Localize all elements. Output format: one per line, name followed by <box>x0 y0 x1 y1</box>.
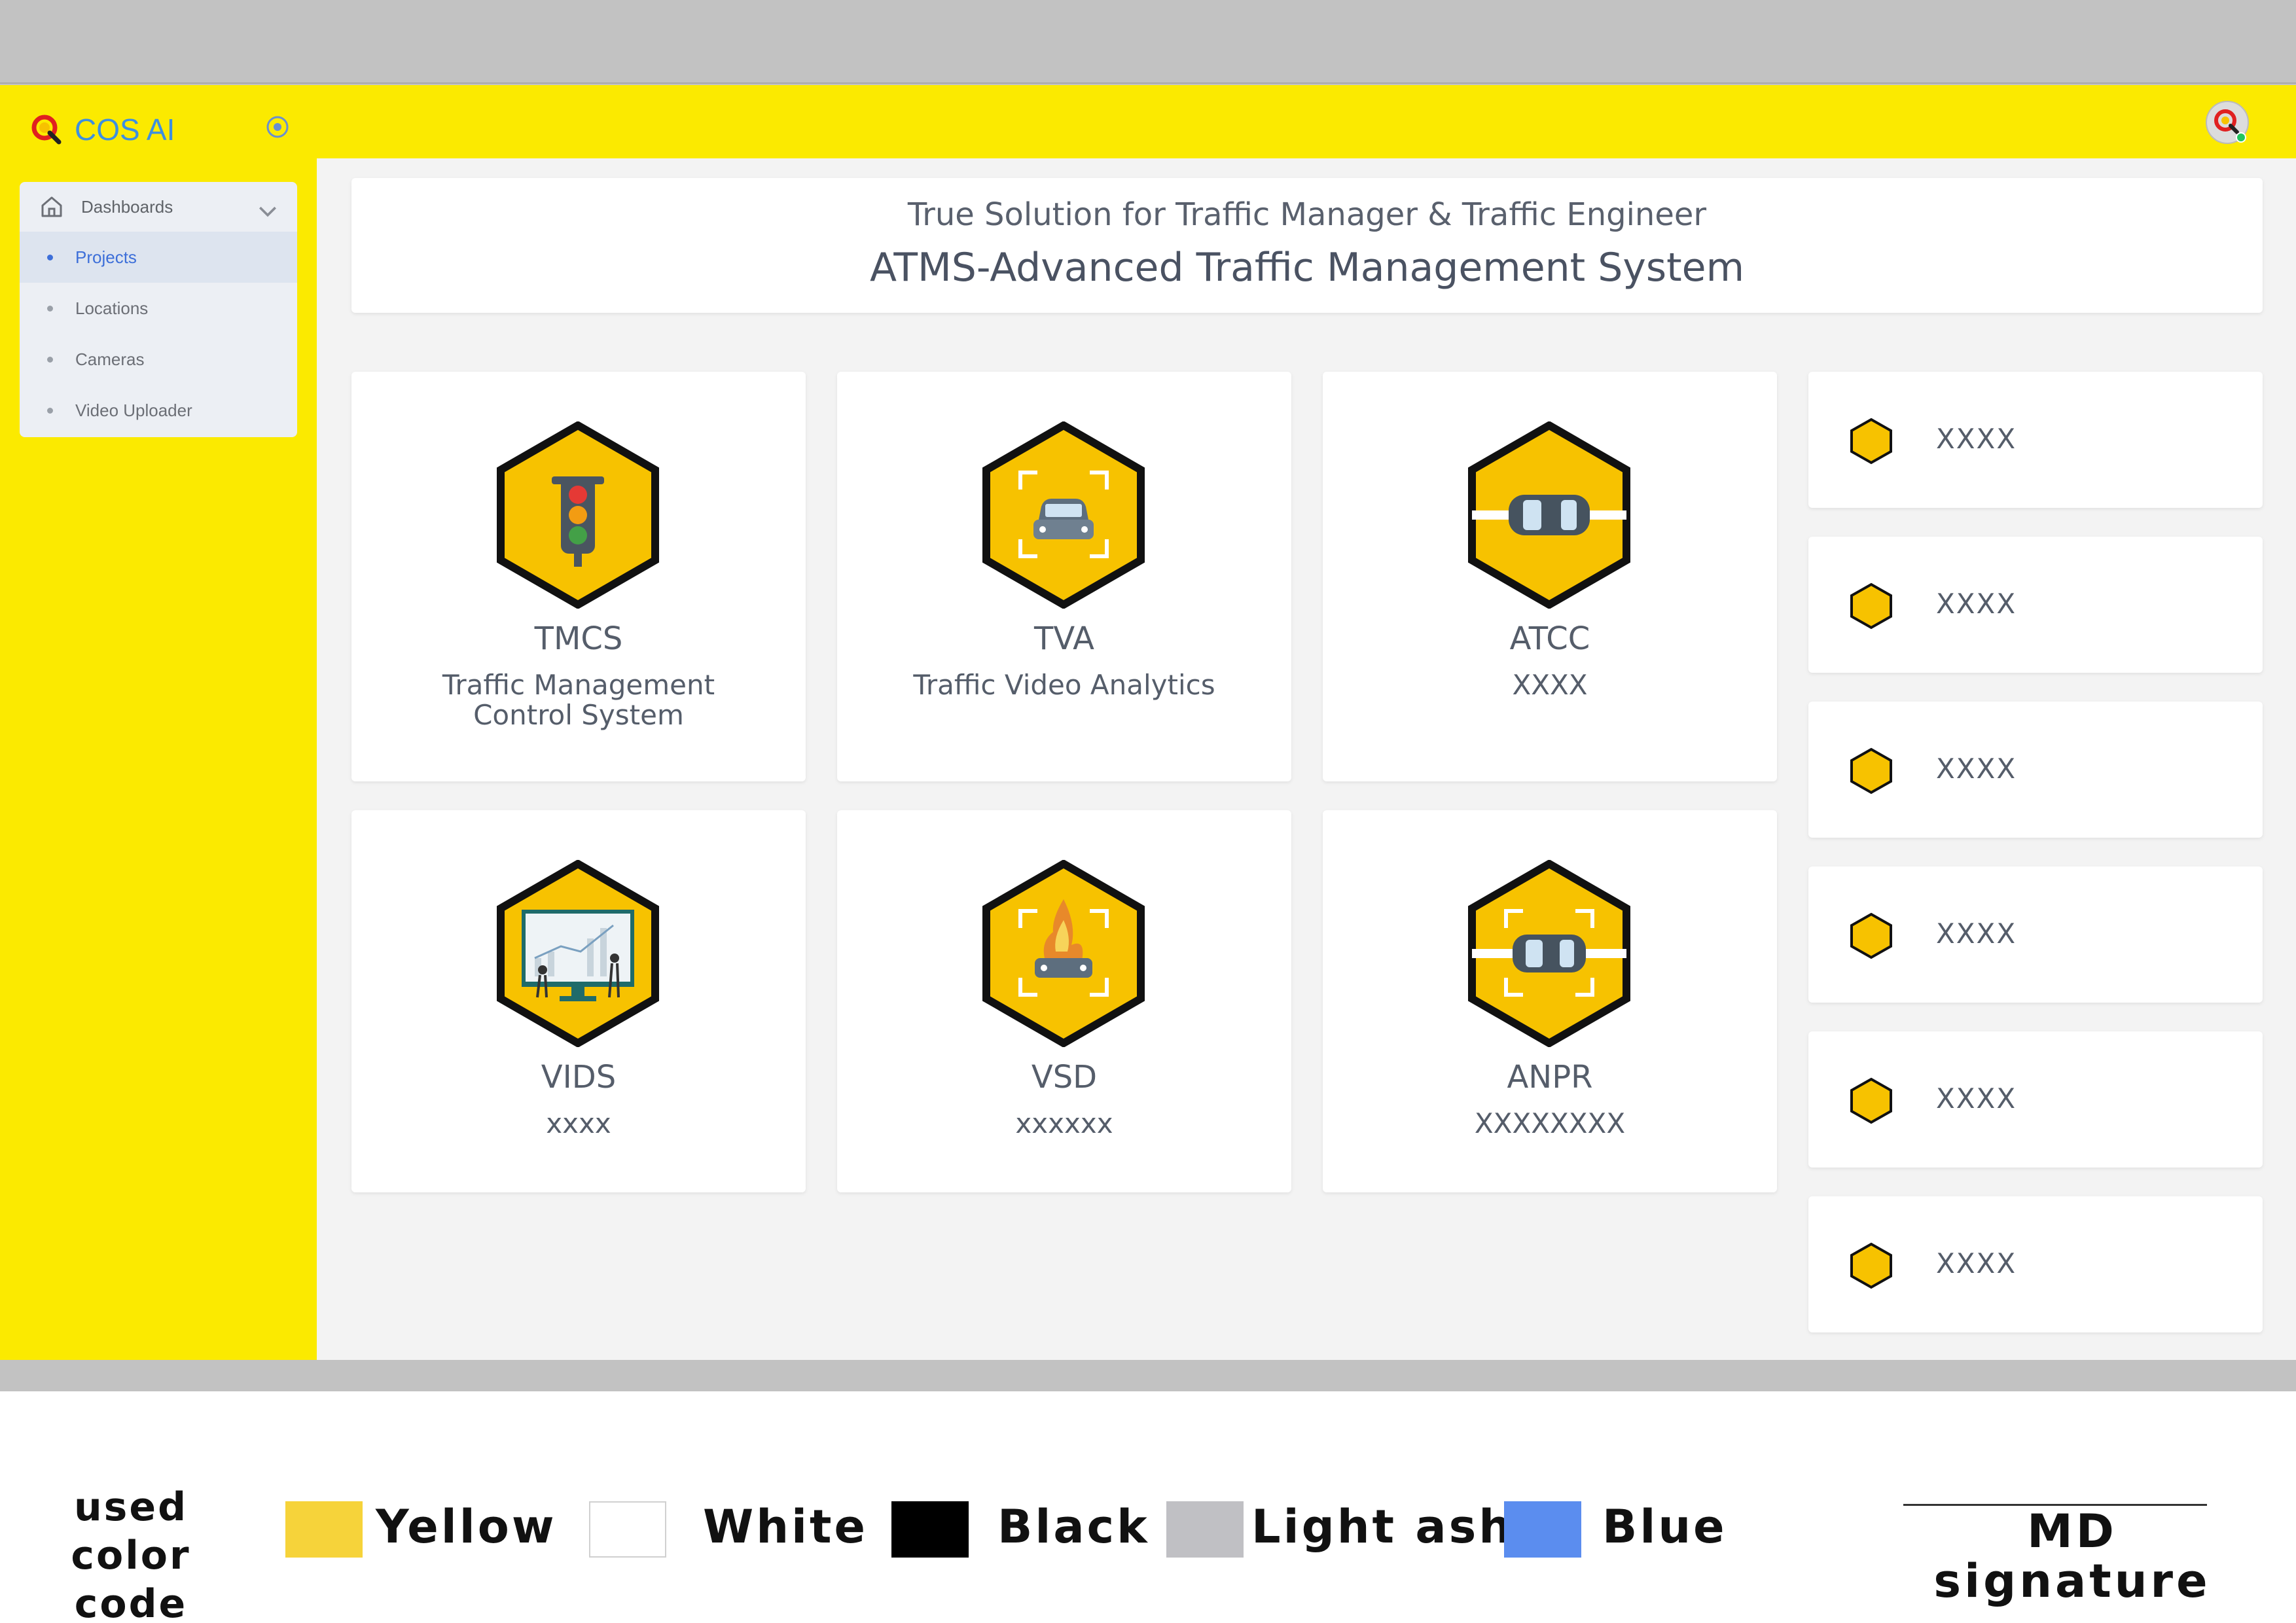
module-description: xxxx <box>546 1107 611 1139</box>
swatch-black <box>891 1501 969 1558</box>
module-code: VSD <box>1031 1059 1098 1096</box>
sidebar-item-label: Video Uploader <box>75 400 192 420</box>
swatch-label: Black <box>997 1500 1150 1554</box>
legend-title: used color code <box>71 1484 191 1623</box>
swatch-label: Blue <box>1602 1500 1727 1554</box>
car-focus-icon <box>982 421 1145 609</box>
sidebar-item-locations[interactable]: Locations <box>20 283 297 334</box>
bullet-icon <box>47 356 53 363</box>
side-list-item[interactable]: XXXX <box>1808 866 2263 1003</box>
page-header-card: True Solution for Traffic Manager & Traf… <box>351 178 2263 313</box>
side-list-label: XXXX <box>1936 1082 2017 1115</box>
side-list-item[interactable]: XXXX <box>1808 537 2263 673</box>
sidebar-section-label: Dashboards <box>81 196 173 217</box>
brand-name: COS AI <box>75 113 175 147</box>
swatch-light-ash <box>1166 1501 1244 1558</box>
side-list-item[interactable]: XXXX <box>1808 1031 2263 1168</box>
sidebar-item-projects[interactable]: Projects <box>20 232 297 283</box>
side-list-label: XXXX <box>1936 753 2017 785</box>
module-description: xxxxxx <box>1015 1107 1113 1139</box>
side-list-item[interactable]: XXXX <box>1808 372 2263 508</box>
module-card-anpr[interactable]: ANPR XXXXXXXX <box>1323 810 1777 1192</box>
bullet-icon <box>47 254 53 260</box>
hexagon-icon <box>1850 418 1892 465</box>
sidebar-item-video-uploader[interactable]: Video Uploader <box>20 385 297 436</box>
side-list-label: XXXX <box>1936 1247 2017 1279</box>
module-card-atcc[interactable]: ATCC XXXX <box>1323 372 1777 781</box>
bottom-gray-band <box>0 1360 2296 1391</box>
traffic-light-icon <box>497 421 659 609</box>
swatch-blue <box>1504 1501 1581 1558</box>
side-list-item[interactable]: XXXX <box>1808 1196 2263 1332</box>
brand[interactable]: COS AI <box>30 103 175 156</box>
side-list-label: XXXX <box>1936 588 2017 620</box>
swatch-label: Yellow <box>376 1500 557 1554</box>
bullet-icon <box>47 305 53 312</box>
module-code: ANPR <box>1507 1059 1593 1096</box>
side-list-item[interactable]: XXXX <box>1808 702 2263 838</box>
hexagon-icon <box>1850 1242 1892 1289</box>
bullet-icon <box>47 407 53 414</box>
sidebar-item-cameras[interactable]: Cameras <box>20 334 297 385</box>
car-fire-icon <box>982 860 1145 1047</box>
module-card-vsd[interactable]: VSD xxxxxx <box>837 810 1291 1192</box>
hexagon-icon <box>1850 912 1892 959</box>
cos-logo-icon <box>31 115 62 145</box>
module-code: VIDS <box>541 1059 617 1096</box>
sidebar-menu: Dashboards Projects Locations Cameras Vi… <box>20 182 297 437</box>
signature-label: MD signature <box>1933 1505 2211 1608</box>
swatch-label: Light ash <box>1251 1500 1515 1554</box>
hexagon-icon <box>1850 582 1892 630</box>
page-title: ATMS-Advanced Traffic Management System <box>869 245 1745 291</box>
module-code: TMCS <box>534 620 623 657</box>
app-window: COS AI Dashboards Projects Locations Cam… <box>0 85 2296 1360</box>
page-subtitle: True Solution for Traffic Manager & Traf… <box>907 196 1707 233</box>
side-list-label: XXXX <box>1936 423 2017 455</box>
module-card-tva[interactable]: TVA Traffic Video Analytics <box>837 372 1291 781</box>
module-description: Traffic Video Analytics <box>913 669 1215 701</box>
plate-focus-icon <box>1468 860 1630 1047</box>
swatch-label: White <box>703 1500 868 1554</box>
analytics-board-icon <box>497 860 659 1047</box>
module-code: ATCC <box>1509 620 1590 657</box>
sidebar-section-dashboards[interactable]: Dashboards <box>20 182 297 232</box>
module-code: TVA <box>1034 620 1094 657</box>
top-gray-band <box>0 0 2296 84</box>
sidebar-item-label: Locations <box>75 298 149 318</box>
sidebar-item-label: Projects <box>75 247 137 267</box>
hexagon-icon <box>1850 1077 1892 1124</box>
side-list-label: XXXX <box>1936 918 2017 950</box>
module-card-tmcs[interactable]: TMCS Traffic Management Control System <box>351 372 806 781</box>
user-avatar-icon[interactable] <box>2204 99 2250 145</box>
module-description: XXXX <box>1512 669 1588 701</box>
home-icon <box>41 196 62 217</box>
sidebar-item-label: Cameras <box>75 349 145 369</box>
module-description: Traffic Management Control System <box>442 669 715 731</box>
module-description: XXXXXXXX <box>1474 1107 1626 1139</box>
sidebar: COS AI Dashboards Projects Locations Cam… <box>0 85 317 1360</box>
swatch-white <box>589 1501 666 1558</box>
color-legend: used color code Yellow White Black Light… <box>0 1391 2296 1623</box>
hexagon-icon <box>1850 747 1892 794</box>
car-lane-icon <box>1468 421 1630 609</box>
module-card-vids[interactable]: VIDS xxxx <box>351 810 806 1192</box>
collapse-toggle-icon[interactable] <box>262 111 293 143</box>
swatch-yellow <box>285 1501 363 1558</box>
header-bar <box>317 85 2296 158</box>
chevron-down-icon <box>259 206 276 217</box>
